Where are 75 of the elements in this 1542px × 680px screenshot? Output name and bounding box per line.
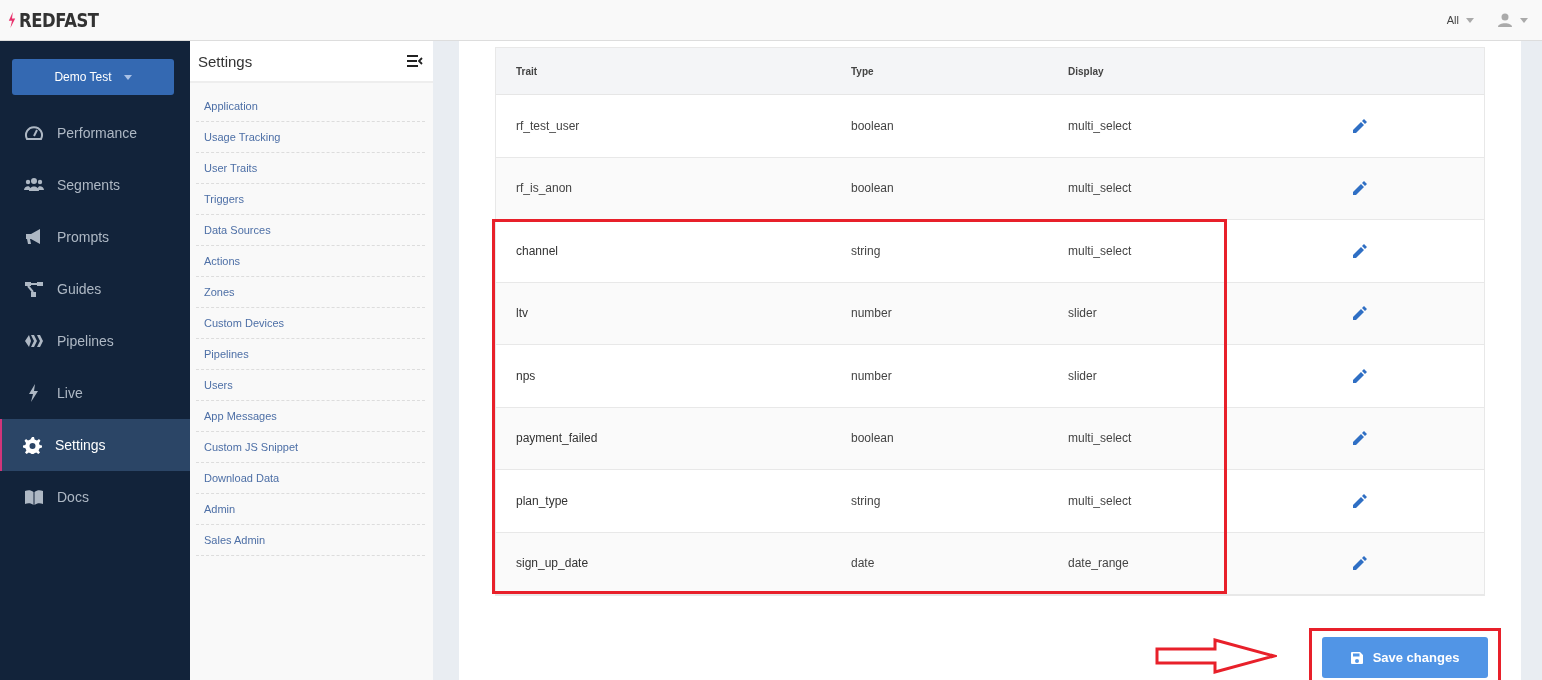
- settings-menu-item[interactable]: Triggers: [204, 193, 244, 205]
- gauge-icon: [24, 124, 44, 142]
- panel-title: Settings: [198, 52, 253, 70]
- caret-icon: [123, 74, 132, 80]
- settings-menu-item[interactable]: App Messages: [204, 410, 277, 422]
- table-cell-text: multi_select: [1067, 493, 1133, 508]
- edit-icon[interactable]: [1353, 306, 1367, 321]
- brand-name: REDFAST: [19, 8, 99, 32]
- table-cell-text: slider: [1067, 306, 1098, 321]
- settings-menu-item[interactable]: Application: [204, 100, 258, 112]
- edit-icon[interactable]: [1353, 181, 1367, 196]
- table-cell-text: rf_is_anon: [515, 181, 574, 196]
- settings-menu-item[interactable]: Actions: [204, 255, 241, 267]
- table-cell-text: boolean: [850, 118, 895, 133]
- nav-item[interactable]: Docs: [0, 471, 190, 523]
- column-header: Display: [1067, 65, 1105, 77]
- column-header: Trait: [515, 65, 539, 77]
- settings-menu-item[interactable]: Sales Admin: [204, 534, 266, 546]
- settings-menu-item[interactable]: Zones: [204, 286, 235, 298]
- settings-menu-item[interactable]: Custom JS Snippet: [204, 441, 299, 453]
- settings-menu-item[interactable]: Usage Tracking: [204, 131, 281, 143]
- table-cell-text: multi_select: [1067, 118, 1133, 133]
- caret-icon: [1520, 17, 1528, 23]
- settings-menu-item[interactable]: User Traits: [204, 162, 258, 174]
- nav-item[interactable]: Live: [0, 367, 190, 419]
- collapse-menu-icon[interactable]: [407, 55, 423, 67]
- table-cell-text: rf_test_user: [515, 118, 581, 133]
- table-cell-text: boolean: [850, 181, 895, 196]
- settings-menu-item[interactable]: Users: [204, 379, 233, 391]
- filter-dropdown[interactable]: All: [1446, 14, 1474, 26]
- nav-item[interactable]: Prompts: [0, 211, 190, 263]
- chevrons-icon: [24, 332, 44, 350]
- table-cell-text: slider: [1067, 368, 1098, 383]
- table-cell-text: multi_select: [1067, 243, 1133, 258]
- settings-menu-item[interactable]: Pipelines: [204, 348, 249, 360]
- settings-menu-item[interactable]: Download Data: [204, 472, 280, 484]
- table-cell-text: plan_type: [515, 493, 570, 508]
- edit-icon[interactable]: [1353, 368, 1367, 383]
- user-icon: [1498, 13, 1512, 27]
- settings-icon: [22, 436, 42, 454]
- nav-item[interactable]: Performance: [0, 107, 190, 159]
- table-cell-text: sign_up_date: [515, 556, 590, 571]
- nav-item[interactable]: Segments: [0, 159, 190, 211]
- lightning-logo-icon: [8, 11, 16, 29]
- flowchart-icon: [24, 280, 44, 298]
- edit-icon[interactable]: [1353, 243, 1367, 258]
- edit-icon[interactable]: [1353, 431, 1367, 446]
- nav-item[interactable]: Settings: [0, 419, 190, 471]
- edit-icon[interactable]: [1353, 556, 1367, 571]
- settings-menu-item[interactable]: Data Sources: [204, 224, 271, 236]
- nav-item[interactable]: Guides: [0, 263, 190, 315]
- table-cell-text: multi_select: [1067, 431, 1133, 446]
- settings-menu-item[interactable]: Custom Devices: [204, 317, 285, 329]
- book-icon: [24, 488, 44, 506]
- table-cell-text: multi_select: [1067, 181, 1133, 196]
- caret-icon: [1466, 17, 1474, 23]
- table-cell-text: ltv: [515, 306, 529, 321]
- table-cell-text: date: [850, 556, 876, 571]
- table-cell-text: payment_failed: [515, 431, 599, 446]
- table-cell-text: nps: [515, 368, 537, 383]
- edit-icon[interactable]: [1353, 118, 1367, 133]
- users-icon: [24, 176, 44, 194]
- table-cell-text: string: [850, 243, 882, 258]
- workspace-dropdown[interactable]: Demo Test: [12, 59, 174, 95]
- settings-menu-item[interactable]: Admin: [204, 503, 236, 515]
- column-header: Type: [850, 65, 875, 77]
- table-cell-text: number: [850, 306, 893, 321]
- save-button[interactable]: Save changes: [1322, 637, 1488, 678]
- table-cell-text: number: [850, 368, 893, 383]
- edit-icon[interactable]: [1353, 493, 1367, 508]
- nav-item[interactable]: Pipelines: [0, 315, 190, 367]
- table-cell-text: string: [850, 493, 882, 508]
- table-cell-text: boolean: [850, 431, 895, 446]
- table-cell-text: date_range: [1067, 556, 1130, 571]
- table-cell-text: channel: [515, 243, 560, 258]
